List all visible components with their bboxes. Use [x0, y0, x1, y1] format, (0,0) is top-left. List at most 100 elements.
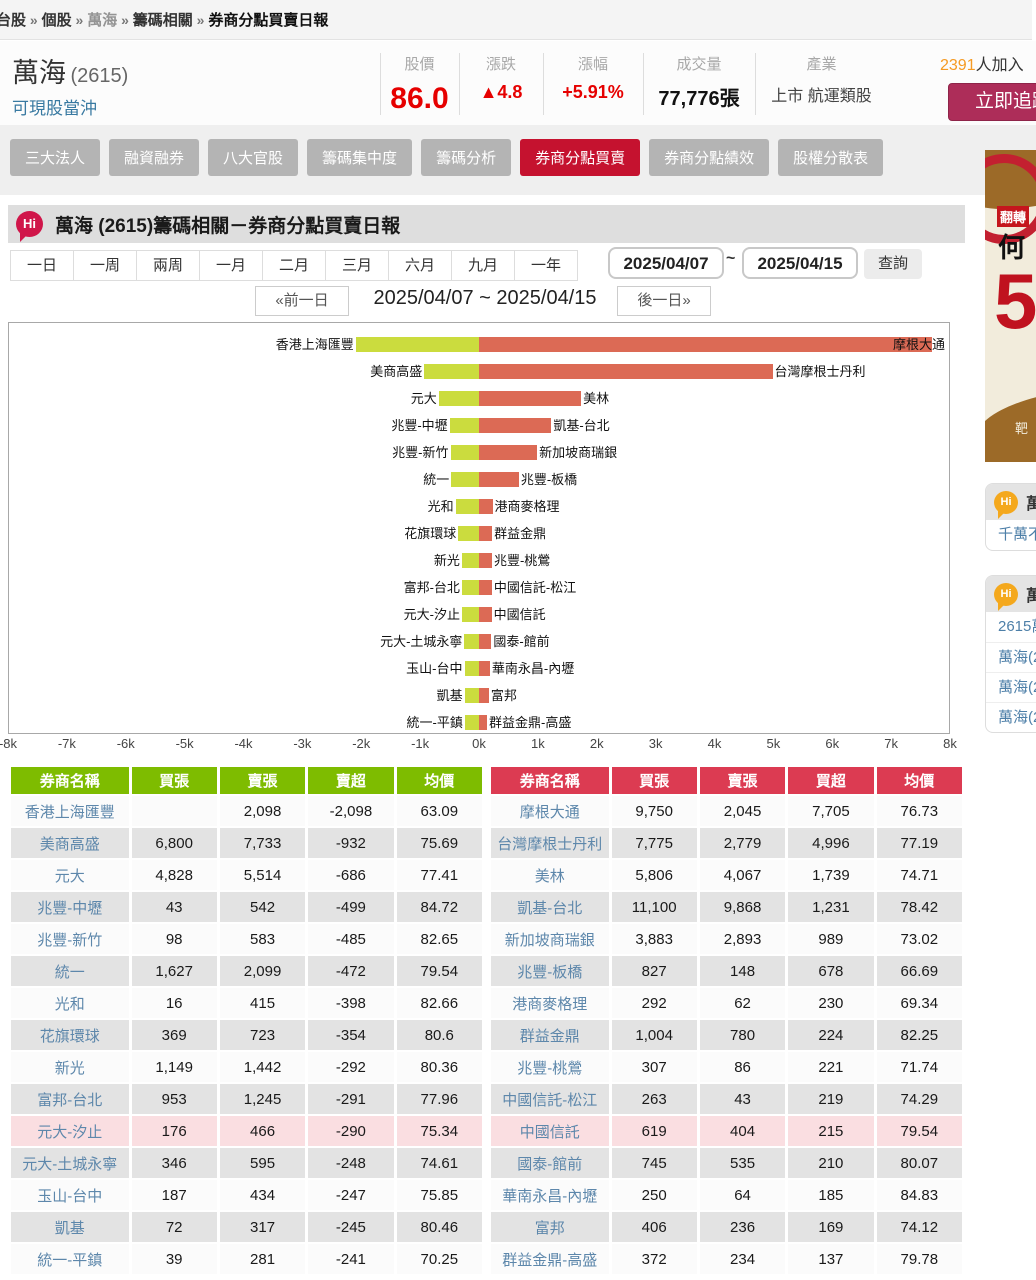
tab-7[interactable]: 股權分散表 — [778, 139, 884, 176]
sidebar-ad-banner[interactable]: 翻轉 何 5 靶 — [985, 150, 1036, 462]
sell-bar-label: 光和 — [427, 499, 454, 514]
buy-bar — [479, 715, 488, 730]
axis-tick: -8k — [0, 736, 18, 751]
broker-link[interactable]: 凱基-台北 — [491, 892, 609, 922]
broker-link[interactable]: 新加坡商瑞銀 — [491, 924, 609, 954]
broker-link[interactable]: 台灣摩根士丹利 — [491, 828, 609, 858]
broker-link[interactable]: 兆豐-中壢 — [11, 892, 129, 922]
tab-1[interactable]: 融資融券 — [109, 139, 200, 176]
broker-link[interactable]: 元大-汐止 — [11, 1116, 129, 1146]
broker-link[interactable]: 香港上海匯豐 — [11, 796, 129, 826]
period-tab-2[interactable]: 兩周 — [136, 250, 200, 281]
column-header: 買張 — [131, 767, 217, 794]
broker-link[interactable]: 統一-平鎮 — [11, 1244, 129, 1274]
period-tab-4[interactable]: 二月 — [262, 250, 326, 281]
buy-bar — [479, 526, 493, 541]
broker-link[interactable]: 港商麥格理 — [491, 988, 609, 1018]
table-cell: 9,750 — [611, 796, 697, 826]
period-tab-8[interactable]: 一年 — [514, 250, 578, 281]
query-button[interactable]: 查詢 — [864, 249, 923, 279]
broker-link[interactable]: 富邦-台北 — [11, 1084, 129, 1114]
axis-tick: 3k — [648, 736, 663, 751]
broker-link[interactable]: 中國信託 — [491, 1116, 609, 1146]
buy-bar — [479, 364, 773, 379]
tab-3[interactable]: 籌碼集中度 — [307, 139, 413, 176]
table-row: 兆豐-中壢 43 542 -499 84.72 — [11, 892, 482, 922]
table-cell: 80.46 — [396, 1212, 482, 1242]
column-header: 均價 — [396, 767, 482, 794]
broker-link[interactable]: 華南永昌-內壢 — [491, 1180, 609, 1210]
table-cell: 79.54 — [876, 1116, 962, 1146]
date-end-input[interactable]: 2025/04/15 — [742, 247, 858, 279]
bar-row: 統一-平鎮 群益金鼎-高盛 — [9, 709, 949, 736]
day-trade-label[interactable]: 可現股當沖 — [12, 94, 128, 119]
breadcrumb-item[interactable]: 個股 — [42, 12, 72, 29]
table-cell: 86 — [699, 1052, 786, 1082]
sidebar-link[interactable]: 2615萬 — [986, 612, 1036, 642]
table-cell: 221 — [788, 1052, 874, 1082]
period-tab-0[interactable]: 一日 — [10, 250, 74, 281]
prev-day-button[interactable]: «前一日 — [255, 286, 349, 316]
broker-link[interactable]: 美林 — [491, 860, 609, 890]
table-cell: 1,004 — [611, 1020, 697, 1050]
sidebar-link[interactable]: 萬海(2 — [986, 702, 1036, 732]
broker-link[interactable]: 群益金鼎 — [491, 1020, 609, 1050]
broker-link[interactable]: 摩根大通 — [491, 796, 609, 826]
broker-link[interactable]: 玉山-台中 — [11, 1180, 129, 1210]
tab-5[interactable]: 券商分點買賣 — [520, 139, 641, 176]
period-tab-7[interactable]: 九月 — [451, 250, 515, 281]
breadcrumb-item[interactable]: 萬海 — [87, 12, 117, 29]
breadcrumb-item[interactable]: 台股 — [0, 12, 26, 29]
period-tab-3[interactable]: 一月 — [199, 250, 263, 281]
breadcrumb-item[interactable]: 籌碼相關 — [133, 12, 193, 29]
broker-link[interactable]: 富邦 — [491, 1212, 609, 1242]
bar-row: 玉山-台中 華南永昌-內壢 — [9, 655, 949, 682]
table-cell: 583 — [219, 924, 306, 954]
broker-link[interactable]: 兆豐-板橋 — [491, 956, 609, 986]
broker-link[interactable]: 新光 — [11, 1052, 129, 1082]
column-header: 賣張 — [219, 767, 306, 794]
follow-button[interactable]: 立即追蹤 — [948, 83, 1036, 121]
broker-link[interactable]: 美商高盛 — [11, 828, 129, 858]
table-cell: 4,828 — [131, 860, 217, 890]
table-cell: 745 — [611, 1148, 697, 1178]
buy-bar-label: 港商麥格理 — [494, 499, 560, 514]
broker-link[interactable]: 花旗環球 — [11, 1020, 129, 1050]
broker-link[interactable]: 兆豐-桃鶯 — [491, 1052, 609, 1082]
table-cell: 678 — [788, 956, 874, 986]
tab-2[interactable]: 八大官股 — [208, 139, 299, 176]
table-row: 凱基 72 317 -245 80.46 — [11, 1212, 482, 1242]
broker-link[interactable]: 凱基 — [11, 1212, 129, 1242]
buy-bar-label: 兆豐-板橋 — [520, 472, 578, 487]
stat-漲幅: 漲幅 +5.91% — [543, 53, 643, 103]
tab-6[interactable]: 券商分點績效 — [649, 139, 770, 176]
table-row: 港商麥格理 292 62 230 69.34 — [491, 988, 962, 1018]
broker-link[interactable]: 兆豐-新竹 — [11, 924, 129, 954]
buy-bar — [479, 337, 932, 352]
bar-row: 光和 港商麥格理 — [9, 493, 949, 520]
broker-link[interactable]: 中國信託-松江 — [491, 1084, 609, 1114]
followers-number: 2391 — [940, 57, 976, 74]
broker-link[interactable]: 統一 — [11, 956, 129, 986]
broker-link[interactable]: 群益金鼎-高盛 — [491, 1244, 609, 1274]
buy-bar — [479, 634, 492, 649]
period-tab-5[interactable]: 三月 — [325, 250, 389, 281]
next-day-button[interactable]: 後一日» — [617, 286, 711, 316]
tab-0[interactable]: 三大法人 — [10, 139, 101, 176]
tab-4[interactable]: 籌碼分析 — [421, 139, 512, 176]
broker-link[interactable]: 元大-土城永寧 — [11, 1148, 129, 1178]
sidebar-link[interactable]: 千萬不 — [986, 520, 1036, 550]
sidebar-link[interactable]: 萬海(2 — [986, 642, 1036, 672]
broker-link[interactable]: 光和 — [11, 988, 129, 1018]
buy-bar — [479, 553, 492, 568]
broker-link[interactable]: 國泰-館前 — [491, 1148, 609, 1178]
broker-link[interactable]: 元大 — [11, 860, 129, 890]
period-tab-1[interactable]: 一周 — [73, 250, 137, 281]
table-row: 美林 5,806 4,067 1,739 74.71 — [491, 860, 962, 890]
sell-bar-label: 兆豐-中壢 — [391, 418, 448, 433]
table-cell: -686 — [308, 860, 394, 890]
sidebar-link[interactable]: 萬海(2 — [986, 672, 1036, 702]
period-tab-6[interactable]: 六月 — [388, 250, 452, 281]
date-start-input[interactable]: 2025/04/07 — [608, 247, 724, 279]
table-cell: 3,883 — [611, 924, 697, 954]
